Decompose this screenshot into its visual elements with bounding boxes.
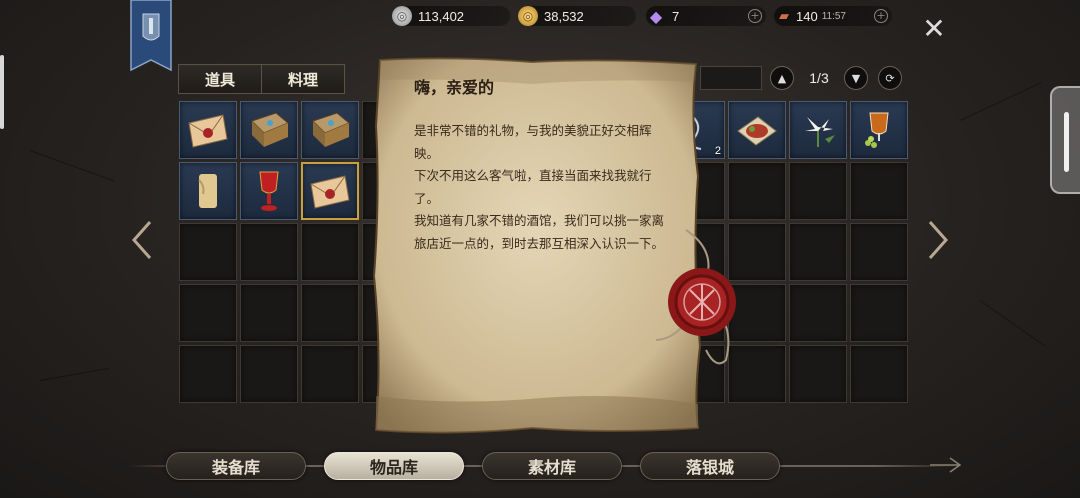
inventory-slot[interactable] <box>850 345 908 403</box>
inventory-slot[interactable] <box>240 284 298 342</box>
background-crack <box>979 300 1046 347</box>
letter-title: 嗨，亲爱的 <box>414 78 495 97</box>
stamina-ticket-icon: ▰ <box>779 8 789 24</box>
silver-coin-icon: ◎ <box>392 6 412 26</box>
inventory-slot[interactable] <box>789 162 847 220</box>
inventory-slot[interactable] <box>850 162 908 220</box>
gold-coin-icon: ◎ <box>518 6 538 26</box>
inventory-slot[interactable] <box>240 345 298 403</box>
wine-grapes-icon <box>851 102 907 158</box>
inventory-slot[interactable] <box>789 223 847 281</box>
ornament-icon <box>930 457 962 473</box>
inventory-slot[interactable] <box>179 345 237 403</box>
letter-line: 是非常不错的礼物，与我的美貌正好交相辉映。 <box>414 123 652 161</box>
add-gem-button[interactable]: + <box>748 9 762 23</box>
background-crack <box>39 367 110 381</box>
add-stamina-button[interactable]: + <box>874 9 888 23</box>
tab-cooking[interactable]: 料理 <box>262 64 346 94</box>
prev-page-arrow-icon[interactable] <box>130 220 154 260</box>
inventory-slot[interactable] <box>301 162 359 220</box>
candle-icon <box>180 163 236 219</box>
inventory-slot[interactable] <box>789 101 847 159</box>
inventory-slot[interactable] <box>240 162 298 220</box>
inventory-slot[interactable] <box>179 162 237 220</box>
nav-city[interactable]: 落银城 <box>640 452 780 480</box>
close-icon[interactable]: ✕ <box>921 15 947 43</box>
page-indicator: 1/3 <box>809 70 829 86</box>
next-page-arrow-icon[interactable] <box>926 220 950 260</box>
letter-line: 下次不用这么客气啦，直接当面来找我就行了。 <box>414 168 652 206</box>
inventory-slot[interactable] <box>789 345 847 403</box>
gold-counter: ◎ 38,532 <box>518 6 636 26</box>
lily-flower-icon <box>790 102 846 158</box>
inventory-slot[interactable] <box>850 284 908 342</box>
inventory-slot[interactable] <box>850 101 908 159</box>
nav-materials[interactable]: 素材库 <box>482 452 622 480</box>
inventory-slot[interactable] <box>301 223 359 281</box>
red-goblet-icon <box>241 163 297 219</box>
gem-value: 7 <box>672 8 680 24</box>
stamina-timer: 11:57 <box>821 10 846 22</box>
stamina-value: 140 <box>796 8 818 24</box>
inventory-tabs: 道具 料理 <box>178 64 346 94</box>
letter-envelope-icon <box>180 102 236 158</box>
silver-value: 113,402 <box>418 8 465 24</box>
screen-edge-indicator <box>0 55 4 129</box>
item-quantity: 2 <box>714 145 721 157</box>
inventory-slot[interactable] <box>240 101 298 159</box>
letter-envelope-icon <box>303 164 357 218</box>
inventory-slot[interactable] <box>179 101 237 159</box>
page-down-button[interactable]: ▼ <box>844 66 868 90</box>
filter-box[interactable] <box>700 66 762 90</box>
stamina-counter: ▰ 140 11:57 + <box>774 6 892 26</box>
background-crack <box>29 150 115 182</box>
page-up-button[interactable]: ▲ <box>770 66 794 90</box>
gold-value: 38,532 <box>544 8 584 24</box>
tab-items[interactable]: 道具 <box>178 64 263 94</box>
inventory-slot[interactable] <box>301 101 359 159</box>
background-crack <box>959 82 1042 121</box>
inventory-slot[interactable] <box>301 345 359 403</box>
side-drawer-handle[interactable] <box>1050 86 1080 194</box>
silver-counter: ◎ 113,402 <box>392 6 510 26</box>
guild-banner-icon[interactable] <box>129 0 173 78</box>
pager: ▲ 1/3 ▼ ⟳ <box>770 66 902 90</box>
inventory-slot[interactable] <box>728 162 786 220</box>
inventory-slot[interactable] <box>179 284 237 342</box>
inventory-slot[interactable] <box>728 101 786 159</box>
inventory-slot[interactable] <box>240 223 298 281</box>
meat-platter-icon <box>729 102 785 158</box>
wax-seal-icon <box>655 229 736 365</box>
treasure-box-icon <box>302 102 358 158</box>
letter-body: 是非常不错的礼物，与我的美貌正好交相辉映。 下次不用这么客气啦，直接当面来找我就… <box>414 120 664 256</box>
inventory-slot[interactable] <box>301 284 359 342</box>
diamond-icon: ◆ <box>649 6 663 26</box>
refresh-button[interactable]: ⟳ <box>878 66 902 90</box>
inventory-slot[interactable] <box>850 223 908 281</box>
inventory-slot[interactable] <box>789 284 847 342</box>
nav-equipment[interactable]: 装备库 <box>166 452 306 480</box>
inventory-slot[interactable] <box>179 223 237 281</box>
gem-counter: ◆ 7 + <box>646 6 766 26</box>
letter-line: 我知道有几家不错的酒馆，我们可以挑一家离旅店近一点的，到时去那互相深入认识一下。 <box>414 213 665 251</box>
nav-items[interactable]: 物品库 <box>324 452 464 480</box>
treasure-box-icon <box>241 102 297 158</box>
